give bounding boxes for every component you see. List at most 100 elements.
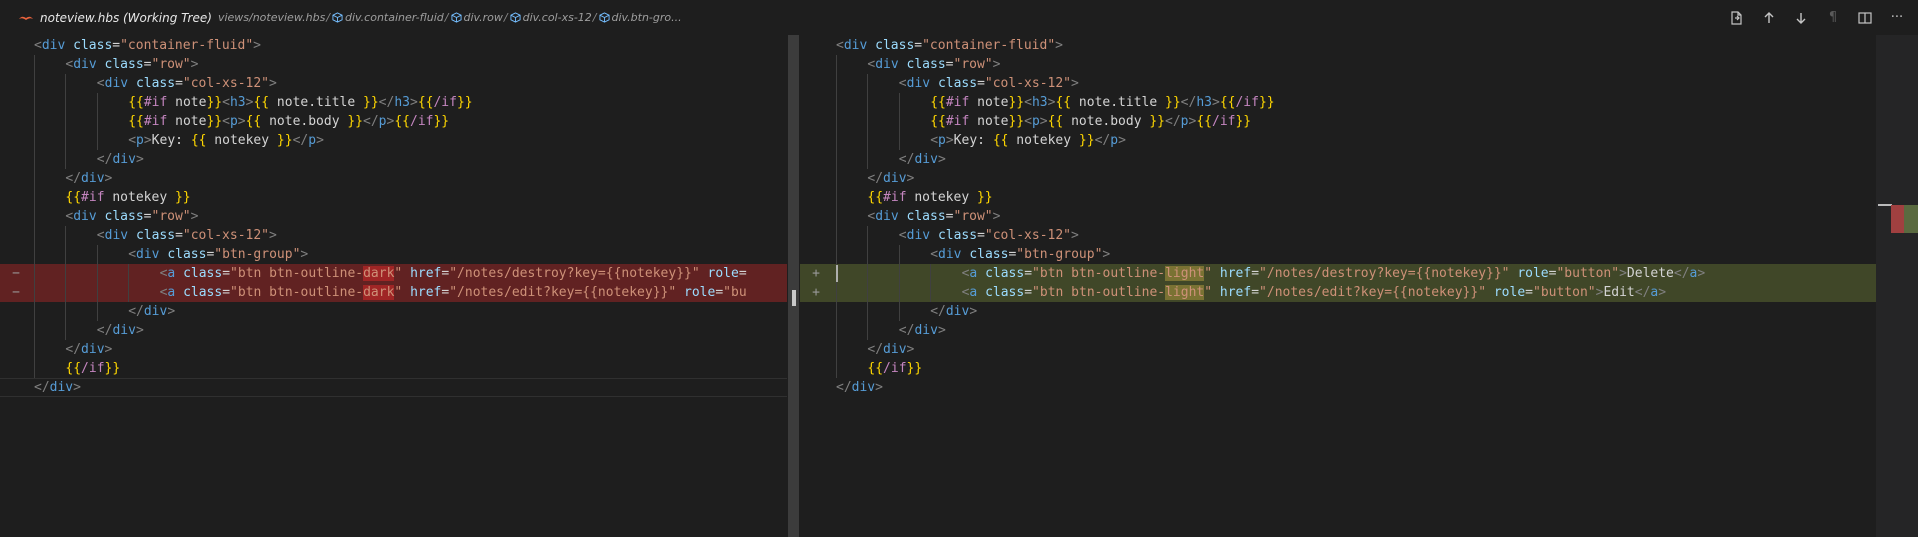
code-line[interactable]: <div class="col-xs-12"> bbox=[800, 226, 1888, 245]
overview-addition-marker bbox=[1904, 205, 1918, 233]
code-line[interactable]: {{#if note}}<h3>{{ note.title }}</h3>{{/… bbox=[0, 93, 787, 112]
code-line[interactable]: {{/if}} bbox=[0, 359, 787, 378]
code-text: </div> bbox=[96, 323, 144, 338]
code-line[interactable]: <p>Key: {{ notekey }}</p> bbox=[0, 131, 787, 150]
code-line[interactable]: {{#if notekey }} bbox=[800, 188, 1888, 207]
indent-guide bbox=[34, 245, 35, 264]
indent-guide bbox=[898, 245, 900, 264]
code-line[interactable]: − <a class="btn btn-outline-dark" href="/… bbox=[0, 264, 787, 283]
code-line[interactable]: </div> bbox=[0, 302, 787, 321]
code-line[interactable]: <div class="row"> bbox=[800, 55, 1888, 74]
code-line[interactable]: <div class="btn-group"> bbox=[0, 245, 787, 264]
code-line[interactable]: + <a class="btn btn-outline-light" href="… bbox=[800, 264, 1888, 283]
diff-marker bbox=[800, 150, 832, 169]
indent-guide bbox=[65, 321, 67, 340]
code-text: </div> bbox=[65, 342, 113, 357]
open-file-icon[interactable] bbox=[1728, 9, 1746, 27]
code-line[interactable]: </div> bbox=[800, 150, 1888, 169]
indent-guide bbox=[836, 226, 837, 245]
diff-marker bbox=[800, 169, 832, 188]
split-editor-icon[interactable] bbox=[1856, 9, 1874, 27]
code-line[interactable]: </div> bbox=[800, 302, 1888, 321]
breadcrumb-item-file[interactable]: views/noteview.hbs / bbox=[218, 11, 331, 24]
code-line[interactable]: </div> bbox=[800, 340, 1888, 359]
indent-guide bbox=[34, 55, 35, 74]
diff-marker bbox=[0, 321, 32, 340]
code-text: <p>Key: {{ notekey }}</p> bbox=[930, 133, 1126, 148]
diff-marker bbox=[800, 131, 832, 150]
code-text: <p>Key: {{ notekey }}</p> bbox=[128, 133, 324, 148]
code-text: <div class="container-fluid"> bbox=[34, 38, 261, 53]
code-text: <div class="row"> bbox=[867, 57, 1001, 72]
indent-guide bbox=[65, 131, 67, 150]
code-line[interactable]: + <a class="btn btn-outline-light" href="… bbox=[800, 283, 1888, 302]
code-line[interactable]: </div> bbox=[0, 321, 787, 340]
code-line[interactable]: {{#if note}}<h3>{{ note.title }}</h3>{{/… bbox=[800, 93, 1888, 112]
code-line[interactable]: </div> bbox=[0, 378, 787, 397]
indent-guide bbox=[836, 321, 837, 340]
sash-handle[interactable] bbox=[792, 290, 796, 306]
diff-marker bbox=[800, 36, 832, 55]
diff-marker bbox=[0, 93, 32, 112]
code-line[interactable]: </div> bbox=[800, 169, 1888, 188]
code-text: {{#if note}}<h3>{{ note.title }}</h3>{{/… bbox=[930, 95, 1275, 110]
indent-guide bbox=[898, 112, 900, 131]
breadcrumb-label: div.col-xs-12 bbox=[522, 11, 592, 24]
code-line[interactable]: <p>Key: {{ notekey }}</p> bbox=[800, 131, 1888, 150]
file-title[interactable]: noteview.hbs (Working Tree) bbox=[40, 11, 212, 25]
code-line[interactable]: </div> bbox=[0, 150, 787, 169]
diff-marker: − bbox=[12, 285, 20, 300]
diff-marker bbox=[0, 169, 32, 188]
diff-sash[interactable] bbox=[788, 35, 799, 537]
code-line[interactable]: {{#if notekey }} bbox=[0, 188, 787, 207]
indent-guide bbox=[867, 302, 869, 321]
code-line[interactable]: </div> bbox=[0, 169, 787, 188]
code-line[interactable]: {{#if note}}<p>{{ note.body }}</p>{{/if}… bbox=[800, 112, 1888, 131]
indent-guide bbox=[34, 302, 35, 321]
indent-guide bbox=[836, 302, 837, 321]
code-line[interactable]: <div class="row"> bbox=[0, 55, 787, 74]
code-text: {{#if note}}<p>{{ note.body }}</p>{{/if}… bbox=[930, 114, 1252, 129]
modified-editor-pane[interactable]: <div class="container-fluid"> <div class=… bbox=[800, 35, 1888, 537]
code-line[interactable]: <div class="row"> bbox=[0, 207, 787, 226]
indent-guide bbox=[836, 283, 837, 302]
indent-guide bbox=[930, 283, 932, 302]
code-text: <a class="btn btn-outline-light" href="/… bbox=[961, 285, 1667, 300]
code-line[interactable]: − <a class="btn btn-outline-dark" href="/… bbox=[0, 283, 787, 302]
code-line[interactable]: {{#if note}}<p>{{ note.body }}</p>{{/if}… bbox=[0, 112, 787, 131]
code-line[interactable]: <div class="col-xs-12"> bbox=[0, 226, 787, 245]
breadcrumb-item-container[interactable]: div.container-fluid / bbox=[331, 11, 449, 24]
element-cube-icon bbox=[332, 12, 343, 23]
indent-guide bbox=[65, 264, 67, 283]
breadcrumb-item-col[interactable]: div.col-xs-12/ bbox=[509, 11, 598, 24]
code-line[interactable]: <div class="row"> bbox=[800, 207, 1888, 226]
code-line[interactable]: <div class="btn-group"> bbox=[800, 245, 1888, 264]
breadcrumb-item-btn-group[interactable]: div.btn-gro... bbox=[598, 11, 682, 24]
diff-marker bbox=[800, 74, 832, 93]
code-line[interactable]: {{/if}} bbox=[800, 359, 1888, 378]
code-line[interactable]: <div class="col-xs-12"> bbox=[0, 74, 787, 93]
code-line[interactable]: </div> bbox=[800, 378, 1888, 397]
code-text: </div> bbox=[867, 342, 915, 357]
show-whitespace-icon[interactable]: ¶ bbox=[1824, 9, 1842, 27]
next-change-icon[interactable] bbox=[1792, 9, 1810, 27]
code-text: </div> bbox=[128, 304, 176, 319]
code-line[interactable]: <div class="container-fluid"> bbox=[800, 36, 1888, 55]
code-text: <div class="col-xs-12"> bbox=[96, 76, 277, 91]
original-editor-pane[interactable]: <div class="container-fluid"> <div class=… bbox=[0, 35, 787, 537]
code-text: <div class="row"> bbox=[65, 57, 199, 72]
code-line[interactable]: </div> bbox=[0, 340, 787, 359]
breadcrumb-item-row[interactable]: div.row / bbox=[450, 11, 509, 24]
overview-ruler[interactable] bbox=[1876, 35, 1918, 537]
indent-guide bbox=[34, 264, 35, 283]
previous-change-icon[interactable] bbox=[1760, 9, 1778, 27]
more-actions-icon[interactable]: ··· bbox=[1888, 9, 1906, 27]
code-line[interactable]: </div> bbox=[800, 321, 1888, 340]
diff-marker bbox=[0, 36, 32, 55]
code-text: </div> bbox=[898, 323, 946, 338]
indent-guide bbox=[34, 359, 35, 378]
code-line[interactable]: <div class="container-fluid"> bbox=[0, 36, 787, 55]
indent-guide bbox=[836, 93, 837, 112]
text-cursor bbox=[836, 265, 838, 282]
code-line[interactable]: <div class="col-xs-12"> bbox=[800, 74, 1888, 93]
